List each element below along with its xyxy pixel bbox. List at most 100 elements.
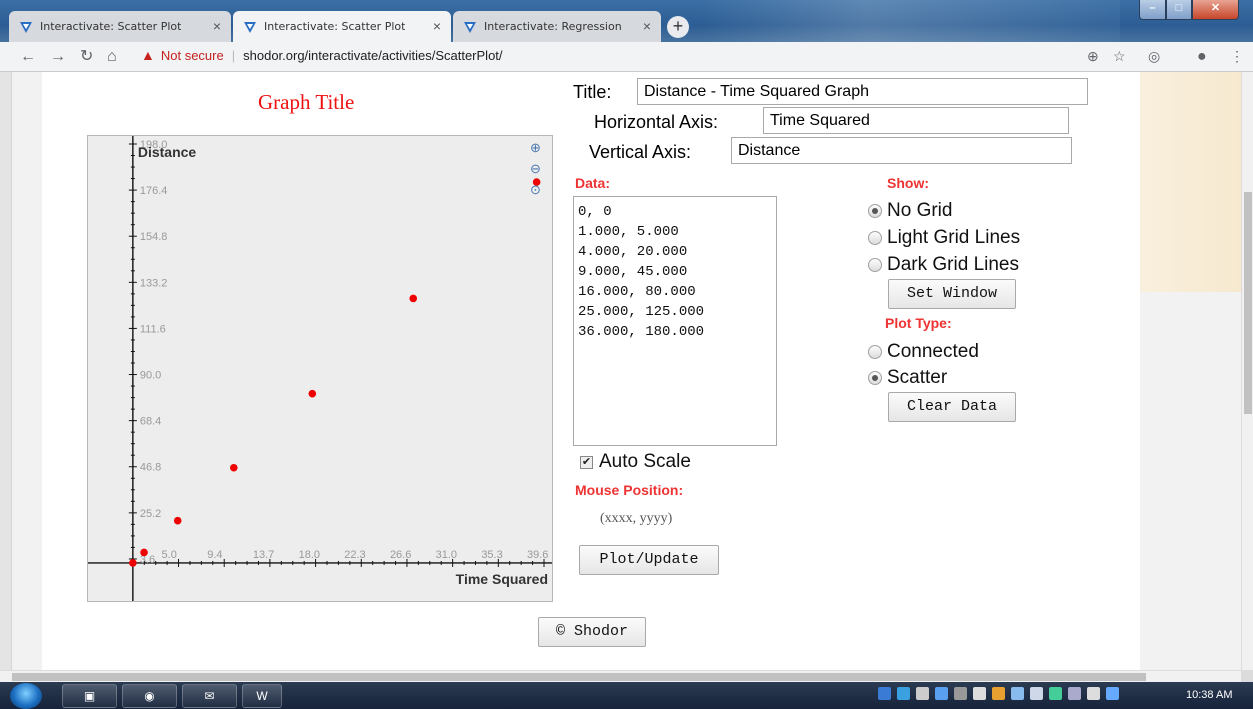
- y-tick-label: 176.4: [140, 185, 168, 197]
- radio-unselected-icon: [868, 231, 882, 245]
- window-frame-glow: [700, 0, 1120, 42]
- page-left-edge: [0, 72, 12, 670]
- forward-icon[interactable]: →: [50, 48, 66, 66]
- tab-scatter-plot-1[interactable]: Interactivate: Scatter Plot ×: [9, 11, 231, 42]
- y-tick-label: 90.0: [140, 370, 161, 382]
- zoom-in-icon[interactable]: ⊕: [530, 141, 541, 155]
- data-point: [409, 294, 418, 303]
- zoom-icon[interactable]: ⊕: [1087, 48, 1099, 65]
- light-grid-label: Light Grid Lines: [887, 227, 1021, 248]
- plot-update-button[interactable]: Plot/Update: [579, 545, 719, 575]
- auto-scale-checkbox[interactable]: ✔ Auto Scale: [580, 451, 691, 473]
- close-tab-icon[interactable]: ×: [433, 19, 441, 33]
- clear-data-button[interactable]: Clear Data: [888, 392, 1016, 422]
- close-window-icon[interactable]: ✕: [1192, 0, 1239, 20]
- warning-icon: ▲: [141, 47, 155, 63]
- title-input[interactable]: [637, 78, 1088, 105]
- x-tick-label: 9.4: [207, 549, 222, 561]
- vertical-scroll-thumb[interactable]: [1244, 192, 1252, 414]
- scrollbar-corner: [1241, 670, 1253, 682]
- system-tray: [878, 687, 1119, 700]
- taskbar-chrome-icon[interactable]: ◉: [122, 684, 177, 708]
- tray-icon[interactable]: [954, 687, 967, 700]
- tray-icon[interactable]: [897, 687, 910, 700]
- taskbar-word-icon[interactable]: W: [242, 684, 282, 708]
- minimize-icon[interactable]: –: [1139, 0, 1166, 20]
- zoom-reset-icon[interactable]: ⊙: [530, 183, 541, 197]
- tray-icon[interactable]: [1068, 687, 1081, 700]
- tray-icon[interactable]: [916, 687, 929, 700]
- taskbar-mail-icon[interactable]: ✉: [182, 684, 237, 708]
- volume-icon[interactable]: [1087, 687, 1100, 700]
- dark-grid-radio[interactable]: Dark Grid Lines: [868, 254, 1019, 276]
- connected-radio[interactable]: Connected: [868, 341, 979, 363]
- tray-icon[interactable]: [935, 687, 948, 700]
- x-axis-title: Time Squared: [456, 571, 548, 587]
- tray-icon[interactable]: [992, 687, 1005, 700]
- y-tick-label: 46.8: [140, 462, 161, 474]
- x-tick-label: 26.6: [390, 549, 411, 561]
- close-tab-icon[interactable]: ×: [213, 19, 221, 33]
- window-controls: – □ ✕: [1139, 0, 1249, 20]
- data-point: [173, 516, 182, 525]
- browser-toolbar: ← → ↻ ⌂ ▲ Not secure | shodor.org/intera…: [0, 42, 1253, 72]
- security-label: Not secure: [160, 47, 224, 63]
- tray-icon[interactable]: [973, 687, 986, 700]
- new-tab-button[interactable]: +: [667, 16, 689, 38]
- tray-icon[interactable]: [1106, 687, 1119, 700]
- horizontal-axis-input[interactable]: [763, 107, 1069, 134]
- vertical-scrollbar[interactable]: [1241, 72, 1253, 670]
- show-label: Show:: [887, 175, 929, 191]
- url-text: shodor.org/interactivate/activities/Scat…: [243, 47, 503, 63]
- close-tab-icon[interactable]: ×: [643, 19, 651, 33]
- plot-canvas[interactable]: 198.0176.4154.8133.2111.690.068.446.825.…: [88, 136, 553, 602]
- tray-icon[interactable]: [1049, 687, 1062, 700]
- tab-scatter-plot-2[interactable]: Interactivate: Scatter Plot ×: [233, 11, 451, 42]
- horizontal-axis-label: Horizontal Axis:: [594, 112, 719, 132]
- network-icon[interactable]: [1030, 687, 1043, 700]
- x-tick-label: 39.6: [527, 549, 548, 561]
- scatter-radio[interactable]: Scatter: [868, 367, 947, 389]
- light-grid-radio[interactable]: Light Grid Lines: [868, 227, 1020, 249]
- reload-icon[interactable]: ↻: [80, 48, 93, 66]
- checkmark-icon: ✔: [580, 455, 593, 469]
- x-tick-label: 13.7: [253, 549, 274, 561]
- no-grid-radio[interactable]: No Grid: [868, 200, 952, 222]
- maximize-icon[interactable]: □: [1166, 0, 1192, 20]
- start-button-icon[interactable]: [10, 683, 42, 709]
- data-textarea[interactable]: 0, 0 1.000, 5.000 4.000, 20.000 9.000, 45.0…: [573, 196, 777, 446]
- taskbar-explorer-icon[interactable]: ▣: [62, 684, 117, 708]
- scatter-graph[interactable]: 198.0 176.4 154.8 133.2 111.6 90.0 68.4 46.8 25.…: [87, 135, 553, 602]
- tab-regression[interactable]: Interactivate: Regression ×: [453, 11, 661, 42]
- tray-icon[interactable]: [878, 687, 891, 700]
- extension-icon[interactable]: ◎: [1148, 48, 1160, 65]
- horizontal-scrollbar[interactable]: [0, 670, 1241, 682]
- tab-label: Interactivate: Scatter Plot: [264, 20, 406, 33]
- bookmark-star-icon[interactable]: ☆: [1113, 48, 1126, 65]
- menu-icon[interactable]: ⋮: [1230, 48, 1244, 65]
- address-separator: |: [231, 47, 236, 63]
- tab-label: Interactivate: Regression: [484, 20, 622, 33]
- x-tick-label: 18.0: [299, 549, 320, 561]
- y-tick-label: 68.4: [140, 416, 161, 428]
- profile-icon[interactable]: ●: [1197, 48, 1207, 66]
- back-icon[interactable]: ←: [20, 48, 36, 66]
- copyright-button[interactable]: © Shodor: [538, 617, 646, 647]
- vertical-axis-input[interactable]: [731, 137, 1072, 164]
- shodor-logo-icon: [464, 21, 476, 33]
- y-tick-label: 133.2: [140, 277, 168, 289]
- horizontal-scroll-thumb[interactable]: [12, 673, 1146, 681]
- data-line: 16.000, 80.000: [578, 284, 696, 300]
- tray-icon[interactable]: [1011, 687, 1024, 700]
- graph-title: Graph Title: [258, 90, 355, 114]
- data-line: 25.000, 125.000: [578, 304, 705, 320]
- set-window-button[interactable]: Set Window: [888, 279, 1016, 309]
- data-point: [308, 389, 317, 398]
- radio-selected-icon: [868, 204, 882, 218]
- mouse-position-value: (xxxx, yyyy): [600, 511, 673, 526]
- taskbar-clock[interactable]: 10:38 AM: [1186, 689, 1232, 701]
- zoom-out-icon[interactable]: ⊖: [530, 162, 541, 176]
- x-tick-label: 5.0: [162, 549, 177, 561]
- address-bar[interactable]: ▲ Not secure | shodor.org/interactivate/…: [141, 47, 503, 63]
- home-icon[interactable]: ⌂: [107, 48, 117, 66]
